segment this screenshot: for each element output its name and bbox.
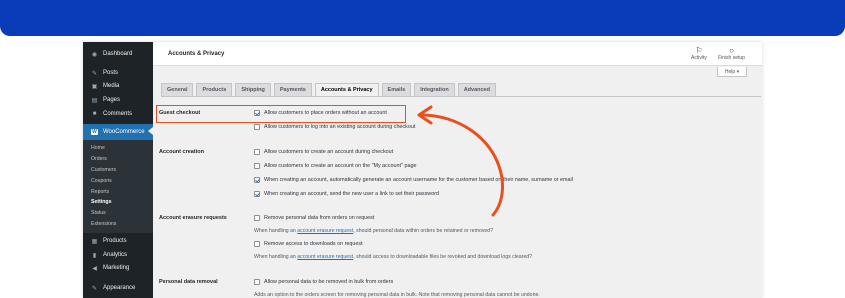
annotation-arrow-icon [417, 105, 505, 217]
wp-admin-window: ◉ Dashboard ✎ Posts ▣ Media ▤ Pages ■ Co… [83, 42, 762, 298]
top-banner [0, 0, 845, 36]
